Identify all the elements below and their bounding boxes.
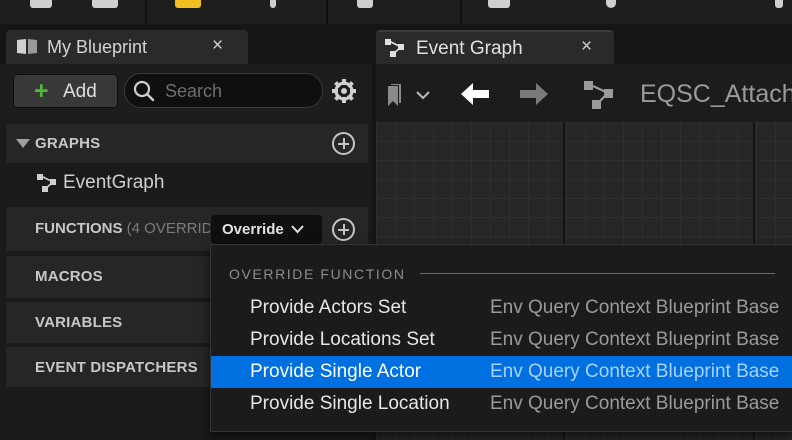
save-icon[interactable]	[30, 0, 52, 8]
section-title-functions: FUNCTIONS (4 OVERRIDABLE)	[35, 220, 210, 237]
menu-item-class: Env Query Context Blueprint Base	[490, 393, 780, 414]
section-title-event-dispatchers: EVENT DISPATCHERS	[35, 359, 198, 376]
gear-icon[interactable]	[331, 78, 357, 104]
menu-item-class: Env Query Context Blueprint Base	[490, 297, 780, 318]
section-title-graphs: GRAPHS	[35, 135, 101, 152]
functions-count: (4 OVERRIDABLE)	[126, 220, 210, 237]
menu-item-name: Provide Locations Set	[250, 329, 435, 350]
plus-icon: +	[34, 77, 49, 105]
breadcrumb[interactable]: EQSC_Attach	[640, 80, 792, 109]
chevron-down-icon[interactable]	[416, 91, 430, 100]
menu-item-provide-actors-set[interactable]: Provide Actors Set Env Query Context Blu…	[211, 292, 792, 324]
functions-title: FUNCTIONS	[35, 220, 123, 237]
menu-item-class: Env Query Context Blueprint Base	[490, 329, 780, 350]
override-button-label: Override	[222, 221, 284, 238]
section-title-variables: VARIABLES	[35, 314, 123, 331]
forward-arrow-icon[interactable]	[519, 82, 549, 106]
tab-my-blueprint[interactable]: My Blueprint ×	[6, 30, 248, 64]
toolbar-dot-icon	[270, 0, 276, 8]
bookmark-icon[interactable]	[386, 84, 408, 108]
graph-icon	[584, 81, 613, 109]
section-graphs[interactable]: GRAPHS	[6, 124, 368, 163]
toolbar-edge-icon	[775, 0, 783, 8]
search-box[interactable]	[124, 73, 323, 108]
add-button-label: Add	[63, 81, 97, 102]
override-function-menu: OVERRIDE FUNCTION Provide Actors Set Env…	[210, 244, 792, 432]
book-icon	[17, 39, 37, 54]
menu-item-provide-single-location[interactable]: Provide Single Location Env Query Contex…	[211, 388, 792, 420]
override-button[interactable]: Override	[211, 215, 322, 244]
menu-item-provide-locations-set[interactable]: Provide Locations Set Env Query Context …	[211, 324, 792, 356]
graph-icon	[37, 174, 56, 192]
menu-divider	[420, 273, 775, 274]
tab-label: Event Graph	[416, 38, 523, 59]
menu-item-name: Provide Actors Set	[250, 297, 407, 318]
back-arrow-icon[interactable]	[460, 82, 490, 106]
browse-icon[interactable]	[92, 0, 118, 8]
menu-item-class: Env Query Context Blueprint Base	[490, 361, 780, 382]
tab-label: My Blueprint	[47, 37, 148, 57]
main-toolbar	[0, 0, 792, 24]
add-button[interactable]: + Add	[13, 74, 118, 108]
menu-item-name: Provide Single Actor	[250, 361, 422, 382]
section-title-macros: MACROS	[35, 268, 103, 285]
compile-icon[interactable]	[175, 0, 201, 8]
chevron-down-icon[interactable]	[16, 139, 30, 149]
close-icon[interactable]: ×	[581, 36, 592, 58]
add-graph-icon[interactable]	[332, 132, 355, 155]
diff-icon[interactable]	[357, 0, 373, 8]
tab-event-graph[interactable]: Event Graph ×	[376, 30, 614, 64]
close-icon[interactable]: ×	[212, 35, 223, 57]
settings-toolbar-icon[interactable]	[606, 0, 616, 8]
blueprint-editor: My Blueprint × + Add GRA	[0, 0, 792, 440]
menu-item-provide-single-actor[interactable]: Provide Single Actor Env Query Context B…	[211, 356, 792, 388]
graph-item-label: EventGraph	[63, 172, 165, 193]
chevron-down-icon	[291, 225, 304, 234]
menu-item-name: Provide Single Location	[250, 393, 450, 414]
graph-icon	[385, 39, 404, 57]
find-icon[interactable]	[488, 0, 510, 8]
menu-header: OVERRIDE FUNCTION	[229, 266, 406, 282]
search-icon	[133, 80, 155, 102]
search-input[interactable]	[165, 79, 315, 103]
add-function-icon[interactable]	[332, 218, 355, 241]
